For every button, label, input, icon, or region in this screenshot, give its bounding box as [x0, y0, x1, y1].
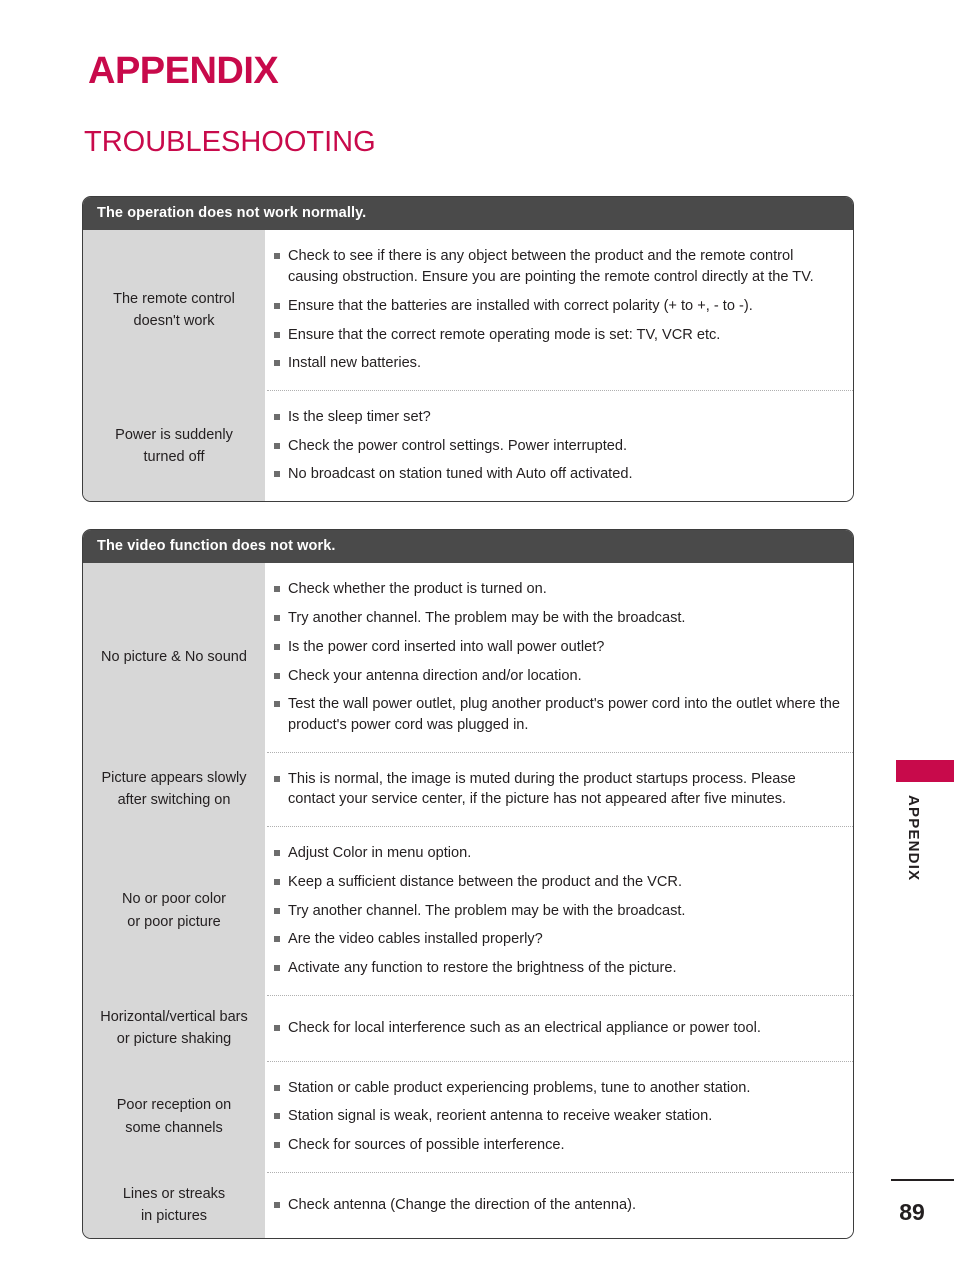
symptom-label: The remote control doesn't work	[83, 230, 265, 390]
symptom-label-line: Poor reception on	[116, 1097, 232, 1114]
symptom-label-line: Picture appears slowly	[101, 769, 247, 786]
solution-bullet: Check the power control settings. Power …	[273, 436, 841, 457]
section-title: TROUBLESHOOTING	[84, 126, 376, 158]
solution-bullet: Check antenna (Change the direction of t…	[273, 1195, 841, 1216]
table-row: No picture & No sound Check whether the p…	[83, 563, 853, 752]
symptom-label: Power is suddenly turned off	[83, 389, 265, 502]
solution-bullet: Test the wall power outlet, plug another…	[273, 694, 841, 735]
solution-list: Check antenna (Change the direction of t…	[267, 1171, 853, 1238]
table-body: No picture & No sound Check whether the p…	[83, 563, 853, 1238]
solution-list: This is normal, the image is muted durin…	[267, 751, 853, 827]
solution-bullet: Is the sleep timer set?	[273, 407, 841, 428]
symptom-label-line: Power is suddenly	[115, 426, 233, 443]
symptom-label-line: doesn't work	[133, 313, 215, 330]
symptom-label: Lines or streaks in pictures	[83, 1171, 265, 1238]
solution-bullet: No broadcast on station tuned with Auto …	[273, 464, 841, 485]
table-row: Lines or streaks in pictures Check antenna…	[83, 1171, 853, 1238]
symptom-label-line: Horizontal/vertical bars	[100, 1008, 248, 1025]
solution-bullet: Station or cable product experiencing pr…	[273, 1078, 841, 1099]
symptom-label: Picture appears slowly after switching on	[83, 751, 265, 827]
symptom-label: No or poor color or poor picture	[83, 826, 265, 995]
solution-list: Adjust Color in menu option. Keep a suffi…	[267, 826, 853, 995]
symptom-label-line: turned off	[143, 449, 205, 466]
troubleshooting-table: The operation does not work normally. The…	[82, 196, 854, 503]
symptom-label-line: in pictures	[140, 1208, 208, 1225]
page-title: APPENDIX	[88, 50, 279, 92]
solution-bullet: Activate any function to restore the bri…	[273, 958, 841, 979]
table-header: The video function does not work.	[83, 530, 853, 564]
solution-list: Check to see if there is any object betw…	[267, 230, 853, 390]
table-row: Horizontal/vertical bars or picture shaki…	[83, 994, 853, 1061]
symptom-label-line: Lines or streaks	[122, 1185, 226, 1202]
solution-bullet: Check for sources of possible interferen…	[273, 1135, 841, 1156]
solution-bullet: Install new batteries.	[273, 353, 841, 374]
symptom-label-line: The remote control	[113, 290, 235, 307]
table-row: Poor reception on some channels Station or…	[83, 1060, 853, 1172]
solution-bullet: Keep a sufficient distance between the p…	[273, 872, 841, 893]
solution-list: Check whether the product is turned on. T…	[267, 563, 853, 752]
symptom-label-line: No or poor color	[122, 891, 226, 908]
table-row: The remote control doesn't work Check to s…	[83, 230, 853, 390]
solution-list: Check for local interference such as an …	[267, 994, 853, 1061]
solution-bullet: Are the video cables installed properly?	[273, 929, 841, 950]
page-number: 89	[899, 1199, 925, 1225]
table-header: The operation does not work normally.	[83, 197, 853, 231]
solution-bullet: Station signal is weak, reorient antenna…	[273, 1106, 841, 1127]
troubleshooting-table: The video function does not work. No pict…	[82, 529, 854, 1239]
symptom-label-line: or picture shaking	[116, 1031, 232, 1048]
solution-bullet: Try another channel. The problem may be …	[273, 608, 841, 629]
solution-bullet: Check for local interference such as an …	[273, 1018, 841, 1039]
solution-list: Station or cable product experiencing pr…	[267, 1060, 853, 1172]
solution-bullet: Try another channel. The problem may be …	[273, 901, 841, 922]
solution-list: Is the sleep timer set? Check the power c…	[267, 389, 853, 502]
solution-bullet: Check whether the product is turned on.	[273, 579, 841, 600]
table-row: No or poor color or poor picture Adjust Co…	[83, 826, 853, 995]
solution-bullet: Ensure that the batteries are installed …	[273, 296, 841, 317]
solution-bullet: Is the power cord inserted into wall pow…	[273, 637, 841, 658]
symptom-label-line: some channels	[125, 1119, 223, 1136]
table-body: The remote control doesn't work Check to s…	[83, 230, 853, 502]
symptom-label: No picture & No sound	[83, 563, 265, 752]
symptom-label: Horizontal/vertical bars or picture shaki…	[83, 994, 265, 1061]
symptom-label-line: or poor picture	[127, 913, 221, 930]
solution-bullet: Check to see if there is any object betw…	[273, 246, 841, 287]
table-row: Picture appears slowly after switching on…	[83, 751, 853, 827]
appendix-tab-marker	[896, 760, 954, 782]
table-row: Power is suddenly turned off Is the sleep …	[83, 389, 853, 502]
footer-rule	[891, 1179, 954, 1181]
symptom-label: Poor reception on some channels	[83, 1060, 265, 1172]
solution-bullet: Adjust Color in menu option.	[273, 843, 841, 864]
solution-bullet: Ensure that the correct remote operating…	[273, 325, 841, 346]
solution-bullet: This is normal, the image is muted durin…	[273, 769, 841, 810]
solution-bullet: Check your antenna direction and/or loca…	[273, 666, 841, 687]
symptom-label-line: after switching on	[117, 792, 231, 809]
symptom-label-line: No picture & No sound	[101, 649, 247, 666]
appendix-side-label: APPENDIX	[905, 795, 922, 882]
